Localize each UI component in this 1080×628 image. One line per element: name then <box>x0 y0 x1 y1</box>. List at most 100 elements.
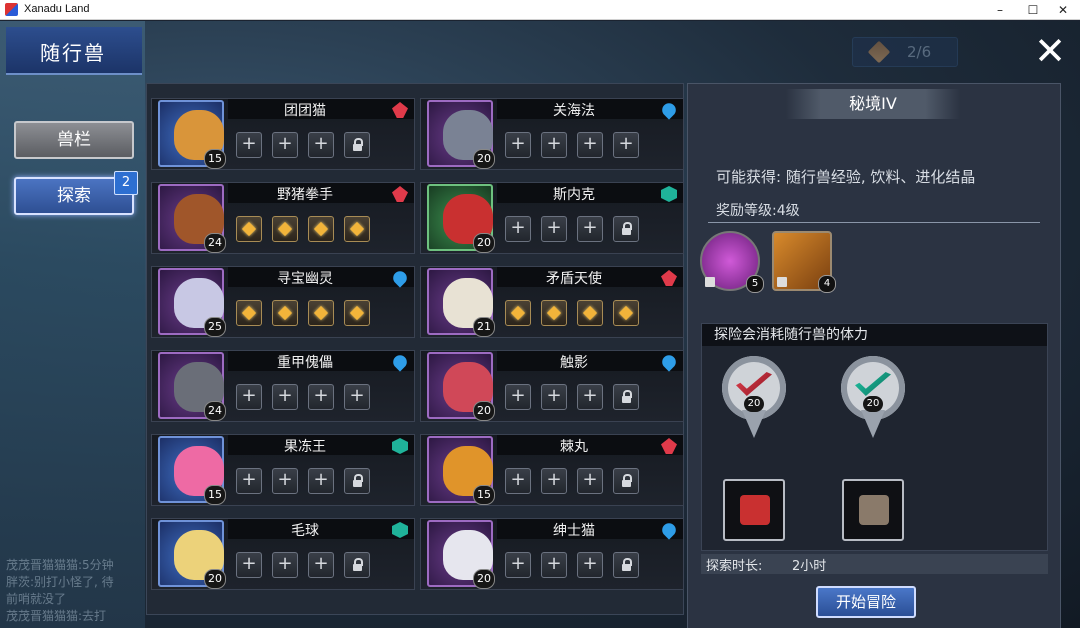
add-slot[interactable]: + <box>236 468 262 494</box>
locked-slot[interactable] <box>613 552 639 578</box>
add-slot[interactable]: + <box>541 216 567 242</box>
panel-close-button[interactable]: ✕ <box>1030 31 1070 71</box>
add-slot[interactable]: + <box>272 468 298 494</box>
maximize-button[interactable]: ☐ <box>1018 0 1048 20</box>
equipped-slot[interactable] <box>344 300 370 326</box>
pet-grid: 团团猫 15 + + + 关海法 20 + + + + 野猪拳手 24 斯内克 20 + + + 寻宝幽灵 25 矛盾天… <box>146 83 684 615</box>
add-slot[interactable]: + <box>577 552 603 578</box>
locked-slot[interactable] <box>344 132 370 158</box>
add-slot[interactable]: + <box>541 552 567 578</box>
pet-level: 20 <box>473 149 495 169</box>
equipped-slot[interactable] <box>272 300 298 326</box>
locked-slot[interactable] <box>613 468 639 494</box>
add-slot[interactable]: + <box>308 132 334 158</box>
pet-card[interactable]: 关海法 20 + + + + <box>420 98 684 170</box>
chat-line: 茂茂晋猫猫猫:去打 <box>6 609 107 623</box>
pet-name: 绅士猫 <box>553 523 595 539</box>
sidebar-title-text: 随行兽 <box>40 41 106 65</box>
pet-card[interactable]: 果冻王 15 + + + <box>151 434 415 506</box>
pet-card[interactable]: 矛盾天使 21 <box>420 266 684 338</box>
pet-icon <box>740 495 770 525</box>
add-slot[interactable]: + <box>541 468 567 494</box>
equipped-slot[interactable] <box>613 300 639 326</box>
add-slot[interactable]: + <box>577 132 603 158</box>
pet-level: 24 <box>204 401 226 421</box>
requirement-fire-pin: 20 <box>722 356 788 442</box>
stamina-requirement-box: 探险会消耗随行兽的体力 20 20 <box>701 323 1048 551</box>
add-slot[interactable]: + <box>344 384 370 410</box>
add-slot[interactable]: + <box>308 552 334 578</box>
tab-beast-pen[interactable]: 兽栏 <box>14 121 134 159</box>
add-slot[interactable]: + <box>613 132 639 158</box>
assigned-pet-slot[interactable] <box>723 479 785 541</box>
add-slot[interactable]: + <box>236 552 262 578</box>
add-slot[interactable]: + <box>577 384 603 410</box>
pet-card[interactable]: 斯内克 20 + + + <box>420 182 684 254</box>
reward-count: 5 <box>746 275 764 293</box>
requirement-value: 20 <box>744 396 764 412</box>
add-slot[interactable]: + <box>505 216 531 242</box>
equipped-slot[interactable] <box>236 216 262 242</box>
pet-card[interactable]: 团团猫 15 + + + <box>151 98 415 170</box>
locked-slot[interactable] <box>613 384 639 410</box>
pet-card[interactable]: 绅士猫 20 + + + <box>420 518 684 590</box>
add-slot[interactable]: + <box>577 468 603 494</box>
pet-card[interactable]: 重甲傀儡 24 + + + + <box>151 350 415 422</box>
add-slot[interactable]: + <box>308 468 334 494</box>
reward-item-purple-orb[interactable]: 5 <box>700 231 764 293</box>
add-slot[interactable]: + <box>505 132 531 158</box>
add-slot[interactable]: + <box>505 552 531 578</box>
add-slot[interactable]: + <box>272 552 298 578</box>
start-adventure-button[interactable]: 开始冒险 <box>816 586 916 618</box>
equipped-slot[interactable] <box>577 300 603 326</box>
reward-count: 4 <box>818 275 836 293</box>
pet-name: 野猪拳手 <box>277 187 333 203</box>
locked-slot[interactable] <box>613 216 639 242</box>
add-slot[interactable]: + <box>541 132 567 158</box>
requirement-value: 20 <box>863 396 883 412</box>
duration-label: 探索时长: <box>706 559 763 574</box>
equipped-slot[interactable] <box>541 300 567 326</box>
window-close-button[interactable]: ✕ <box>1048 0 1078 20</box>
add-slot[interactable]: + <box>272 132 298 158</box>
locked-slot[interactable] <box>344 468 370 494</box>
pet-level: 15 <box>204 149 226 169</box>
pet-icon <box>859 495 889 525</box>
add-slot[interactable]: + <box>236 132 262 158</box>
lock-icon <box>777 277 787 287</box>
add-slot[interactable]: + <box>505 384 531 410</box>
add-slot[interactable]: + <box>272 384 298 410</box>
pet-card[interactable]: 寻宝幽灵 25 <box>151 266 415 338</box>
pet-name: 团团猫 <box>284 103 326 119</box>
equipped-slot[interactable] <box>308 216 334 242</box>
locked-slot[interactable] <box>344 552 370 578</box>
quill-icon <box>867 40 891 64</box>
possible-rewards-text: 可能获得: 随行兽经验, 饮料、进化结晶 <box>716 168 976 186</box>
pet-name: 寻宝幽灵 <box>277 271 333 287</box>
pet-card[interactable]: 野猪拳手 24 <box>151 182 415 254</box>
chat-log: 茂茂晋猫猫猫:5分钟 胖茨:别打小怪了, 待 前哨就没了 茂茂晋猫猫猫:去打 <box>6 557 146 625</box>
pin-tip <box>861 410 885 438</box>
add-slot[interactable]: + <box>236 384 262 410</box>
equipped-slot[interactable] <box>505 300 531 326</box>
add-slot[interactable]: + <box>541 384 567 410</box>
requirement-earth-pin: 20 <box>841 356 907 442</box>
add-slot[interactable]: + <box>505 468 531 494</box>
pet-name: 斯内克 <box>553 187 595 203</box>
add-slot[interactable]: + <box>577 216 603 242</box>
pet-level: 21 <box>473 317 495 337</box>
equipped-slot[interactable] <box>344 216 370 242</box>
assigned-pet-slot[interactable] <box>842 479 904 541</box>
add-slot[interactable]: + <box>308 384 334 410</box>
stamina-warning: 探险会消耗随行兽的体力 <box>702 324 1047 346</box>
pet-card[interactable]: 棘丸 15 + + + <box>420 434 684 506</box>
equipped-slot[interactable] <box>308 300 334 326</box>
background-scenery <box>0 21 145 628</box>
pet-card[interactable]: 触影 20 + + + <box>420 350 684 422</box>
window-titlebar: Xanadu Land – ☐ ✕ <box>0 0 1080 20</box>
minimize-button[interactable]: – <box>985 0 1015 20</box>
pet-card[interactable]: 毛球 20 + + + <box>151 518 415 590</box>
equipped-slot[interactable] <box>236 300 262 326</box>
equipped-slot[interactable] <box>272 216 298 242</box>
reward-item-mystery-box[interactable]: 4 <box>772 231 836 293</box>
